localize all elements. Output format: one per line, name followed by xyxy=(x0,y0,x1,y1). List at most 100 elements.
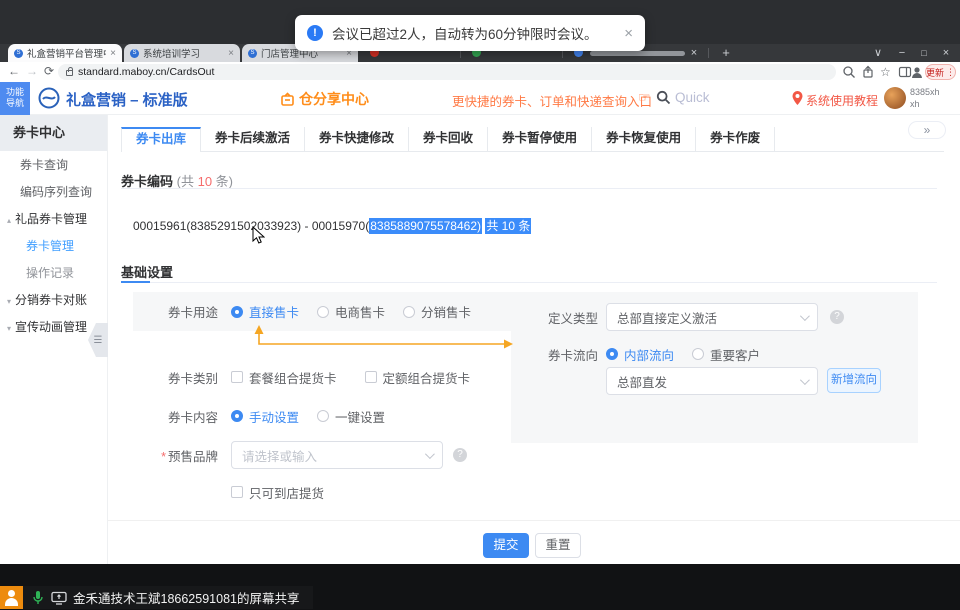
option-ecommerce-sale[interactable]: 电商售卡 xyxy=(335,302,385,321)
desktop-bottom-area: 金禾通技术王斌18662591081的屏幕共享 xyxy=(0,564,960,610)
footer-divider xyxy=(108,520,960,521)
promo-text: 更快捷的券卡、订单和快递查询入口 xyxy=(452,91,652,110)
content-tabs: 券卡出库 券卡后续激活 券卡快捷修改 券卡回收 券卡暂停使用 券卡恢复使用 券卡… xyxy=(121,127,944,152)
chrome-update-button[interactable]: 更新 ⋮ xyxy=(925,64,956,80)
add-flow-button[interactable]: 新增流向 xyxy=(827,368,881,393)
zoom-icon[interactable] xyxy=(842,65,856,79)
checkbox-combo-package-card[interactable] xyxy=(231,371,243,383)
function-nav-badge[interactable]: 功能 导航 xyxy=(0,82,30,115)
store-only-row: 只可到店提货 xyxy=(231,483,342,501)
meeting-notification: ! 会议已超过2人，自动转为60分钟限时会议。 × xyxy=(295,15,645,51)
sidebar-title: 券卡中心 xyxy=(0,115,107,151)
count-number: 10 xyxy=(198,174,212,189)
radio-one-click-setting[interactable] xyxy=(317,410,329,422)
favicon-icon: S xyxy=(130,49,139,58)
sidebar-item-card-query[interactable]: 券卡查询 xyxy=(0,152,108,179)
option-important-customer[interactable]: 重要客户 xyxy=(710,345,760,364)
chevron-down-icon xyxy=(425,449,435,459)
radio-ecommerce-sale[interactable] xyxy=(317,306,329,318)
tab-suspend-use[interactable]: 券卡暂停使用 xyxy=(488,127,592,152)
share-icon[interactable] xyxy=(861,65,875,79)
user-avatar[interactable] xyxy=(884,87,906,109)
define-type-select[interactable]: 总部直接定义激活 xyxy=(606,303,818,331)
tutorial-link[interactable]: 系统使用教程 xyxy=(806,92,878,109)
nav-badge-line2: 导航 xyxy=(0,98,30,109)
sidebar-group-gift-card-mgmt[interactable]: ▴礼品券卡管理 xyxy=(0,206,108,233)
new-tab-button[interactable]: + xyxy=(718,44,734,62)
divider xyxy=(121,282,937,283)
radio-internal-flow[interactable] xyxy=(606,348,618,360)
tab-title-blur xyxy=(590,51,685,56)
tab-resume-use[interactable]: 券卡恢复使用 xyxy=(592,127,696,152)
sidebar-item-card-management-active[interactable]: 券卡管理 xyxy=(0,233,108,260)
menu-kebab-icon: ⋮ xyxy=(946,67,955,78)
option-distribution-sale[interactable]: 分销售卡 xyxy=(421,302,471,321)
tab-card-void[interactable]: 券卡作废 xyxy=(696,127,775,152)
browser-tab-1[interactable]: S 礼盒营销平台管理中心 × xyxy=(8,44,122,62)
option-combo-package-card[interactable]: 套餐组合提货卡 xyxy=(249,368,337,387)
tab-search-chevron-icon[interactable]: ∨ xyxy=(870,44,886,62)
sidebar-group-label: 宣传动画管理 xyxy=(15,320,87,334)
restore-button[interactable]: □ xyxy=(916,44,932,62)
chevron-down-icon xyxy=(800,375,810,385)
flow-direction-select[interactable]: 总部直发 xyxy=(606,367,818,395)
share-center-icon xyxy=(280,92,295,107)
quick-label[interactable]: Quick xyxy=(675,90,710,105)
option-internal-flow[interactable]: 内部流向 xyxy=(624,345,674,364)
option-store-only[interactable]: 只可到店提货 xyxy=(249,483,324,502)
sidebar-item-operation-log[interactable]: 操作记录 xyxy=(0,260,108,287)
tab-close-icon[interactable]: × xyxy=(110,48,116,59)
tab-close-icon[interactable]: × xyxy=(686,44,702,62)
share-center-link[interactable]: 仓分享中心 xyxy=(280,89,369,109)
tab-card-outbound[interactable]: 券卡出库 xyxy=(121,127,201,152)
radio-distribution-sale[interactable] xyxy=(403,306,415,318)
sidebar-item-label: 编码序列查询 xyxy=(20,185,92,199)
profile-icon[interactable] xyxy=(910,65,924,79)
forward-icon[interactable]: → xyxy=(26,64,38,78)
pointing-hand-icon: ☞ xyxy=(638,89,651,106)
tab-card-recycle[interactable]: 券卡回收 xyxy=(409,127,488,152)
main-content: 券卡出库 券卡后续激活 券卡快捷修改 券卡回收 券卡暂停使用 券卡恢复使用 券卡… xyxy=(108,115,960,564)
url-input[interactable]: standard.maboy.cn/CardsOut xyxy=(58,64,836,80)
reload-icon[interactable]: ⟳ xyxy=(44,64,54,78)
quick-search-icon[interactable] xyxy=(656,90,671,105)
option-fixed-amount-card[interactable]: 定额组合提货卡 xyxy=(383,368,471,387)
browser-tab-title: 礼盒营销平台管理中心 xyxy=(27,46,106,60)
sidebar-item-code-sequence-query[interactable]: 编码序列查询 xyxy=(0,179,108,206)
app-header: 功能 导航 礼盒营销 – 标准版 仓分享中心 更快捷的券卡、订单和快递查询入口 … xyxy=(0,82,960,115)
card-flow-row: 券卡流向 内部流向 重要客户 xyxy=(546,343,778,365)
share-center-label: 仓分享中心 xyxy=(299,89,369,109)
favicon-icon: S xyxy=(14,49,23,58)
checkbox-fixed-amount-card[interactable] xyxy=(365,371,377,383)
card-code-range: 00015961(8385291502033923) - 00015970(83… xyxy=(133,217,531,234)
back-icon[interactable]: ← xyxy=(8,64,20,78)
tab-quick-modify[interactable]: 券卡快捷修改 xyxy=(305,127,409,152)
card-codes-title-text: 券卡编码 xyxy=(121,174,173,189)
submit-button[interactable]: 提交 xyxy=(483,533,529,558)
tab-followup-activate[interactable]: 券卡后续激活 xyxy=(201,127,305,152)
help-icon[interactable]: ? xyxy=(453,448,467,462)
option-manual-setting[interactable]: 手动设置 xyxy=(249,407,299,426)
tab-close-icon[interactable]: × xyxy=(228,48,234,59)
screen: S 礼盒营销平台管理中心 × S 系统培训学习 × S 门店管理中心 × × +… xyxy=(0,0,960,610)
presale-brand-label-text: 预售品牌 xyxy=(168,450,218,464)
option-one-click-setting[interactable]: 一键设置 xyxy=(335,407,385,426)
help-icon[interactable]: ? xyxy=(830,310,844,324)
panel-collapse-button[interactable]: » xyxy=(908,121,946,139)
sidebar-group-distribution-reconcile[interactable]: ▾分销券卡对账 xyxy=(0,287,108,314)
content-row: 券卡内容 手动设置 一键设置 xyxy=(133,405,403,427)
bookmark-star-icon[interactable]: ☆ xyxy=(880,65,891,79)
radio-important-customer[interactable] xyxy=(692,348,704,360)
checkbox-store-only[interactable] xyxy=(231,486,243,498)
window-close-button[interactable]: × xyxy=(938,44,954,62)
option-direct-sale[interactable]: 直接售卡 xyxy=(249,302,299,321)
presale-brand-select[interactable]: 请选择或输入 xyxy=(231,441,443,469)
expand-arrow-icon: ▾ xyxy=(7,324,11,333)
radio-manual-setting[interactable] xyxy=(231,410,243,422)
notification-close-icon[interactable]: × xyxy=(624,25,633,42)
browser-tab-2[interactable]: S 系统培训学习 × xyxy=(124,44,240,62)
minimize-button[interactable]: − xyxy=(894,44,910,62)
define-type-value: 总部直接定义激活 xyxy=(617,308,717,327)
radio-direct-sale[interactable] xyxy=(231,306,243,318)
reset-button[interactable]: 重置 xyxy=(535,533,581,558)
